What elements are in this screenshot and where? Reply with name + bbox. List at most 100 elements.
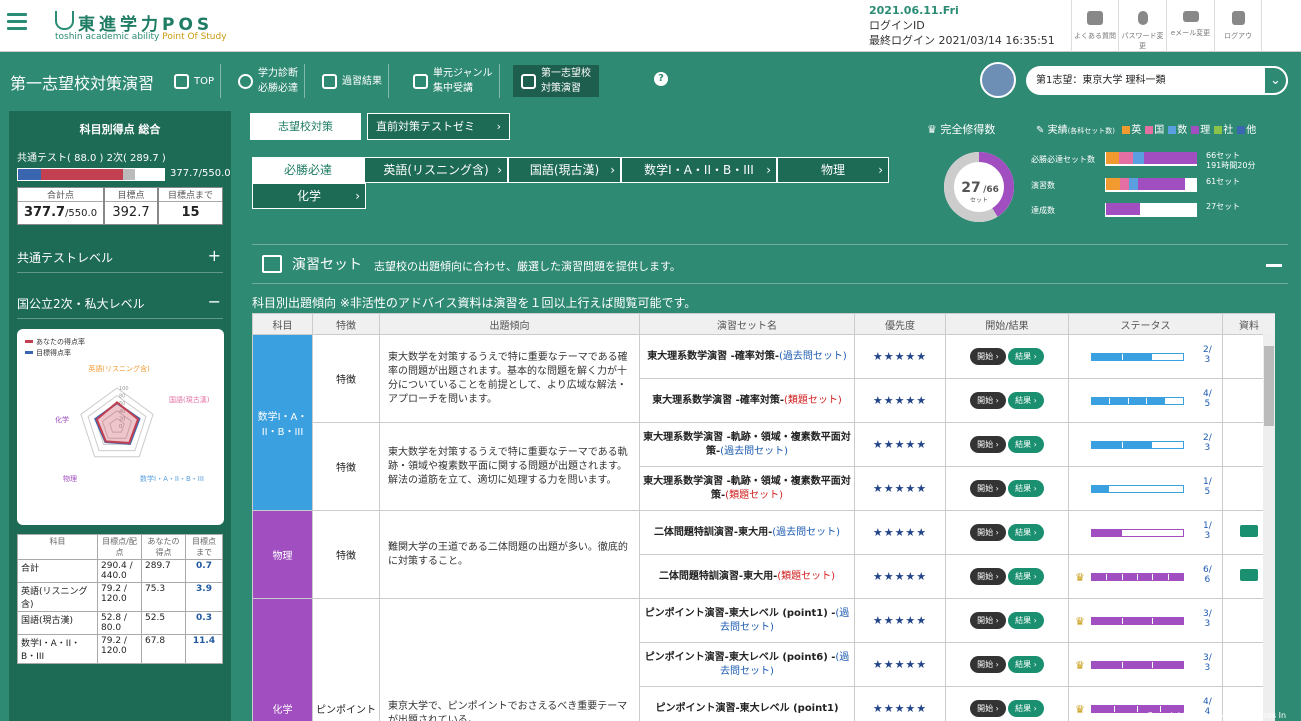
- accordion-secondary[interactable]: 国公立2次・私大レベル −: [17, 292, 223, 319]
- legend-swatch: [1122, 126, 1131, 134]
- start-button[interactable]: 開始 ›: [970, 436, 1006, 453]
- legend-swatch: [1191, 126, 1200, 134]
- radar-label-english: 英語(リスニング含): [88, 364, 150, 373]
- feature-cell: 特徴: [312, 334, 380, 423]
- page-title: 第一志望校対策演習: [10, 74, 155, 93]
- status-segment: [1110, 397, 1129, 404]
- set-name-cell[interactable]: 東大理系数学演習 -軌跡・領域・複素数平面対策-(類題セット): [639, 466, 855, 511]
- legend-swatch: [1145, 126, 1154, 134]
- status-segment: [1122, 661, 1154, 668]
- set-name-cell[interactable]: ピンポイント演習-東大レベル (point1): [639, 686, 855, 721]
- trend-cell: 東京大学で、ピンポイントでおさえるべき重要テーマが出題されている。: [379, 598, 640, 721]
- subject-cell: 数学I・A・II・B・III: [252, 334, 313, 511]
- status-fraction: 2/3: [1203, 344, 1212, 365]
- subheader: 第一志望校対策演習 TOP 学力診断 必勝必達 過習結果 単元ジャンル 集中受講…: [0, 52, 1301, 110]
- start-button[interactable]: 開始 ›: [970, 568, 1006, 585]
- subject-tab-physics[interactable]: 物理 ›: [777, 157, 889, 183]
- start-button[interactable]: 開始 ›: [970, 700, 1006, 717]
- subject-tab-japanese[interactable]: 国語(現古漢) ›: [508, 157, 621, 183]
- mail-icon: [1182, 11, 1199, 22]
- result-button[interactable]: 結果 ›: [1008, 524, 1044, 541]
- menu-icon[interactable]: [7, 13, 27, 33]
- progress-segment: [1106, 203, 1140, 215]
- collapse-icon[interactable]: [1266, 264, 1282, 267]
- legend-swatch: [1237, 126, 1246, 134]
- password-change-button[interactable]: パスワード変更: [1118, 0, 1166, 52]
- home-icon: [174, 73, 189, 89]
- legend-swatch: [1214, 126, 1223, 134]
- book-icon[interactable]: [1240, 569, 1258, 581]
- subject-tab-hissho[interactable]: 必勝必達: [252, 157, 364, 183]
- set-name-cell[interactable]: 東大理系数学演習 -確率対策-(類題セット): [639, 378, 855, 423]
- nav-results[interactable]: 過習結果: [322, 64, 389, 98]
- status-cell: ♛ 3/3: [1068, 598, 1223, 643]
- status-segment: [1153, 442, 1183, 448]
- status-segment: [1168, 573, 1183, 580]
- subject-tab-math[interactable]: 数学I・A・II・B・III ›: [621, 157, 777, 183]
- email-change-button[interactable]: eメール変更: [1166, 0, 1214, 52]
- result-button[interactable]: 結果 ›: [1008, 612, 1044, 629]
- status-segment: [1107, 573, 1123, 580]
- progress-row-practiced: 演習数 61セット: [1031, 177, 1241, 192]
- start-result-cell: 開始 › 結果 ›: [945, 378, 1069, 423]
- start-button[interactable]: 開始 ›: [970, 480, 1006, 497]
- mastery-title: ♛ 完全修得数: [927, 123, 996, 136]
- start-result-cell: 開始 › 結果 ›: [945, 334, 1069, 379]
- start-button[interactable]: 開始 ›: [970, 612, 1006, 629]
- feature-cell: 特徴: [312, 422, 380, 511]
- nav-genre[interactable]: 単元ジャンル 集中受講: [413, 64, 500, 98]
- subject-tab-chemistry[interactable]: 化学 ›: [252, 183, 366, 209]
- result-button[interactable]: 結果 ›: [1008, 568, 1044, 585]
- set-name-cell[interactable]: 東大理系数学演習 -軌跡・領域・複素数平面対策-(過去問セット): [639, 422, 855, 467]
- trend-cell: 東大数学を対策するうえで特に重要なテーマである軌跡・領域や複素数平面に関する問題…: [379, 422, 640, 511]
- result-button[interactable]: 結果 ›: [1008, 656, 1044, 673]
- set-name-cell[interactable]: 東大理系数学演習 -確率対策-(過去問セット): [639, 334, 855, 379]
- nav-first-choice[interactable]: 第一志望校 対策演習: [513, 65, 599, 97]
- logout-button[interactable]: ログアウ: [1214, 0, 1262, 52]
- main-content: 志望校対策 直前対策テストゼミ › 必勝必達 英語(リスニング含) › 国語(現古漢…: [241, 111, 1288, 721]
- start-button[interactable]: 開始 ›: [970, 392, 1006, 409]
- result-button[interactable]: 結果 ›: [1008, 700, 1044, 717]
- book-icon[interactable]: [1240, 525, 1258, 537]
- nav-diagnosis[interactable]: 学力診断 必勝必達: [238, 64, 305, 98]
- set-name-cell[interactable]: 二体問題特訓演習-東大用-(類題セット): [639, 554, 855, 599]
- status-segment: [1110, 485, 1129, 492]
- tab-seminar[interactable]: 直前対策テストゼミ ›: [367, 113, 510, 140]
- chevron-down-icon[interactable]: ⌄: [1263, 66, 1288, 95]
- start-result-cell: 開始 › 結果 ›: [945, 642, 1069, 687]
- status-segment: [1122, 617, 1154, 624]
- set-name-cell[interactable]: 二体問題特訓演習-東大用-(過去問セット): [639, 510, 855, 555]
- status-segment: [1153, 661, 1184, 668]
- result-button[interactable]: 結果 ›: [1008, 392, 1044, 409]
- result-button[interactable]: 結果 ›: [1008, 348, 1044, 365]
- set-name-cell[interactable]: ピンポイント演習-東大レベル (point6) -(過去問セット): [639, 642, 855, 687]
- status-segment: [1092, 617, 1123, 624]
- scrollbar[interactable]: [1263, 334, 1275, 721]
- login-info: 2021.06.11.Fri ログインID 最終ログイン 2021/03/14 …: [869, 3, 1055, 48]
- table-row: 数学I・A・II・B・III 79.2 / 120.0 67.8 11.4: [17, 634, 223, 664]
- start-button[interactable]: 開始 ›: [970, 348, 1006, 365]
- nav-top[interactable]: TOP: [174, 64, 222, 98]
- result-button[interactable]: 結果 ›: [1008, 436, 1044, 453]
- accordion-common-test[interactable]: 共通テストレベル +: [17, 246, 223, 273]
- help-icon[interactable]: ?: [654, 72, 668, 86]
- goal-select[interactable]: 第1志望：東京大学 理科一類 ⌄: [1026, 66, 1288, 95]
- status-segment: [1092, 353, 1123, 360]
- avatar[interactable]: [980, 62, 1016, 98]
- subject-tab-english[interactable]: 英語(リスニング含) ›: [364, 157, 508, 183]
- tab-goal-measures[interactable]: 志望校対策: [250, 113, 361, 140]
- edit-icon: [262, 255, 282, 273]
- faq-button[interactable]: よくある質問: [1071, 0, 1118, 52]
- legend-you: あなたの得点率: [36, 337, 85, 346]
- set-name-cell[interactable]: ピンポイント演習-東大レベル (point1) -(過去問セット): [639, 598, 855, 643]
- result-button[interactable]: 結果 ›: [1008, 480, 1044, 497]
- total-score: 合計点 377.7/550.0: [17, 187, 104, 225]
- legend-target: 目標得点率: [36, 348, 71, 357]
- start-result-cell: 開始 › 結果 ›: [945, 422, 1069, 467]
- status-segment: [1092, 573, 1108, 580]
- status-fraction: 6/6: [1203, 564, 1212, 585]
- start-button[interactable]: 開始 ›: [970, 524, 1006, 541]
- start-button[interactable]: 開始 ›: [970, 656, 1006, 673]
- subject-cell: 物理: [252, 510, 313, 599]
- priority-stars: ★★★★★: [854, 466, 946, 511]
